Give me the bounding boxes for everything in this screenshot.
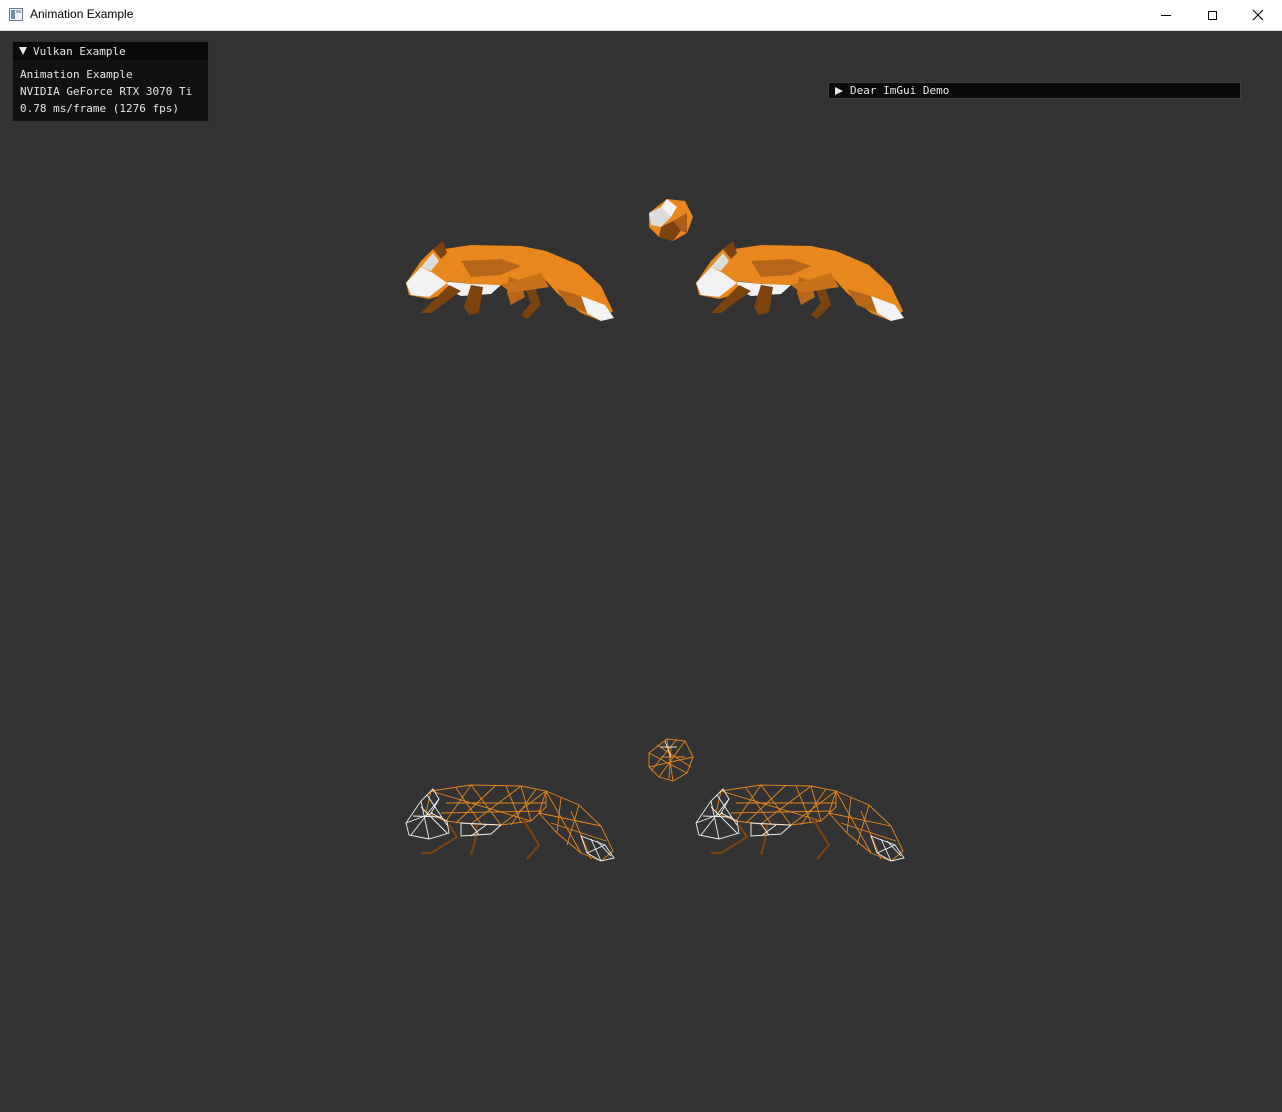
overlay-header[interactable]: Vulkan Example <box>13 42 208 60</box>
window-titlebar[interactable]: Animation Example <box>0 0 1282 31</box>
imgui-demo-window-collapsed[interactable]: Dear ImGui Demo <box>828 82 1241 99</box>
fox-solid-right <box>696 241 904 321</box>
render-viewport[interactable]: Vulkan Example Animation Example NVIDIA … <box>1 31 1281 1111</box>
overlay-gpu-name: NVIDIA GeForce RTX 3070 Ti <box>20 85 193 98</box>
fox-wireframe-left <box>404 783 616 863</box>
overlay-title: Vulkan Example <box>33 44 126 58</box>
expand-arrow-icon[interactable] <box>835 86 843 95</box>
demo-window-title: Dear ImGui Demo <box>850 84 950 97</box>
fox-solid-left <box>406 241 614 321</box>
overlay-frame-time: 0.78 ms/frame (1276 fps) <box>20 102 179 115</box>
window-title: Animation Example <box>30 7 134 21</box>
fox-wireframe-front <box>648 738 694 782</box>
vulkan-example-overlay[interactable]: Vulkan Example Animation Example NVIDIA … <box>12 41 209 122</box>
fox-scene <box>404 199 906 863</box>
maximize-button[interactable] <box>1189 0 1235 30</box>
maximize-icon <box>1207 10 1217 20</box>
app-window-icon <box>9 8 23 21</box>
close-button[interactable] <box>1235 0 1281 30</box>
fox-wireframe-right <box>694 783 906 863</box>
minimize-button[interactable] <box>1143 0 1189 30</box>
close-icon <box>1252 9 1264 21</box>
minimize-icon <box>1161 14 1171 16</box>
fox-solid-front <box>649 199 693 241</box>
overlay-example-name: Animation Example <box>20 68 133 81</box>
collapse-arrow-icon[interactable] <box>19 47 27 55</box>
